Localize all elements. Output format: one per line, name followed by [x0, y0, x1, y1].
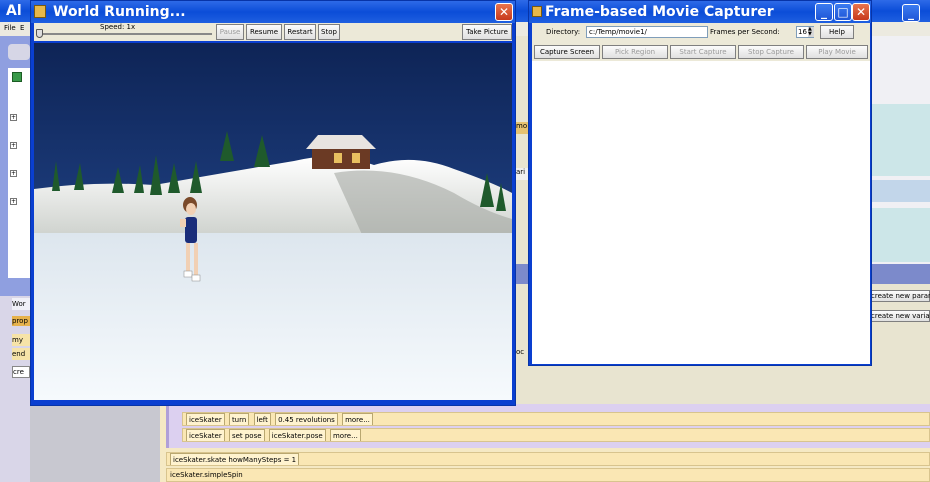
directory-input[interactable]: [586, 26, 708, 38]
capturer-title: Frame-based Movie Capturer: [545, 4, 774, 20]
object-tree-panel: + + + +: [0, 36, 30, 296]
maximize-icon[interactable]: □: [834, 3, 852, 21]
alice-title: Al: [6, 3, 22, 19]
world-3d-view[interactable]: [34, 43, 512, 400]
amount-chip[interactable]: 0.45 revolutions: [275, 413, 338, 425]
object-chip[interactable]: iceSkater: [186, 429, 225, 441]
method-tile-set-pose[interactable]: iceSkater set pose iceSkater.pose more..…: [182, 428, 930, 442]
method-tile-skate[interactable]: iceSkater.skate howManySteps = 1: [166, 452, 930, 466]
direction-chip[interactable]: left: [253, 413, 271, 425]
world-tab[interactable]: Wor: [12, 298, 30, 310]
tree-expand-icon[interactable]: +: [10, 198, 17, 205]
alice-app-icon: [34, 5, 46, 18]
help-button[interactable]: Help: [820, 25, 854, 39]
pose-chip[interactable]: iceSkater.pose: [268, 429, 326, 441]
close-icon[interactable]: ✕: [495, 3, 513, 21]
pick-region-button[interactable]: Pick Region: [602, 45, 668, 59]
more-dropdown[interactable]: more...: [342, 413, 373, 425]
fps-label: Frames per Second:: [710, 28, 780, 36]
editor-blue-band: [872, 180, 930, 202]
speed-slider-thumb[interactable]: [36, 29, 43, 38]
capturer-body: Directory: Frames per Second: 16 ▲▼ Help…: [532, 23, 870, 364]
world-title: World Running...: [53, 4, 186, 20]
resume-button[interactable]: Resume: [246, 24, 282, 40]
tree-root-icon[interactable]: [12, 72, 22, 82]
spinner-arrows-icon[interactable]: ▲ ▼: [808, 27, 814, 37]
verb-chip: turn: [228, 413, 250, 425]
alice-minimize-button[interactable]: _: [902, 4, 920, 22]
world-title-bar: World Running...: [31, 1, 515, 23]
capture-screen-button[interactable]: Capture Screen: [534, 45, 600, 59]
capturer-controls: Directory: Frames per Second: 16 ▲▼ Help…: [532, 23, 870, 61]
directory-label: Directory:: [546, 28, 581, 36]
skate-call-chip[interactable]: iceSkater.skate howManySteps = 1: [170, 453, 300, 465]
details-list-item[interactable]: my: [12, 334, 30, 346]
cabin: [306, 135, 376, 169]
take-picture-button[interactable]: Take Picture: [462, 24, 512, 40]
close-icon[interactable]: ✕: [852, 3, 870, 21]
movie-capturer-window: Frame-based Movie Capturer _ □ ✕ Directo…: [528, 0, 872, 366]
tree-expand-icon[interactable]: +: [10, 170, 17, 177]
speed-slider-track[interactable]: [38, 33, 212, 35]
menu-file[interactable]: File: [4, 24, 16, 32]
menu-edit[interactable]: E: [20, 24, 24, 32]
tree-expand-icon[interactable]: +: [10, 142, 17, 149]
ice-rink: [34, 233, 512, 400]
restart-button[interactable]: Restart: [284, 24, 316, 40]
details-panel: Wor prop my end cre: [0, 296, 30, 482]
verb-chip: set pose: [228, 429, 265, 441]
capturer-app-icon: [532, 6, 542, 17]
simple-spin-label: iceSkater.simpleSpin: [170, 471, 243, 479]
create-new-parameter-button[interactable]: create new param: [870, 290, 930, 302]
details-list-item[interactable]: end: [12, 348, 30, 360]
world-running-window: World Running... ✕ Speed: 1x Pause Resum…: [30, 0, 516, 406]
play-movie-button[interactable]: Play Movie: [806, 45, 868, 59]
tree-expand-icon[interactable]: +: [10, 114, 17, 121]
create-button[interactable]: cre: [12, 366, 30, 378]
editor-header-band: [872, 104, 930, 176]
fps-value: 16: [798, 28, 807, 36]
create-new-variable-button[interactable]: create new varial: [870, 310, 930, 322]
method-tile-simple-spin[interactable]: iceSkater.simpleSpin: [166, 468, 930, 482]
properties-tab[interactable]: prop: [12, 316, 30, 326]
start-capture-button[interactable]: Start Capture: [670, 45, 736, 59]
more-dropdown[interactable]: more...: [329, 429, 361, 441]
world-toolbar: Speed: 1x Pause Resume Restart Stop Take…: [34, 23, 512, 41]
speed-label: Speed: 1x: [100, 23, 136, 31]
stop-capture-button[interactable]: Stop Capture: [738, 45, 804, 59]
minimize-icon[interactable]: _: [815, 3, 833, 21]
method-tile-turn[interactable]: iceSkater turn left 0.45 revolutions mor…: [182, 412, 930, 426]
editor-header-band: [872, 208, 930, 262]
fps-spinner[interactable]: 16 ▲ ▼: [796, 26, 814, 38]
stop-button[interactable]: Stop: [318, 24, 340, 40]
object-chip[interactable]: iceSkater: [186, 413, 225, 425]
tree-toolbar-button[interactable]: [8, 44, 30, 60]
pause-button[interactable]: Pause: [216, 24, 244, 40]
